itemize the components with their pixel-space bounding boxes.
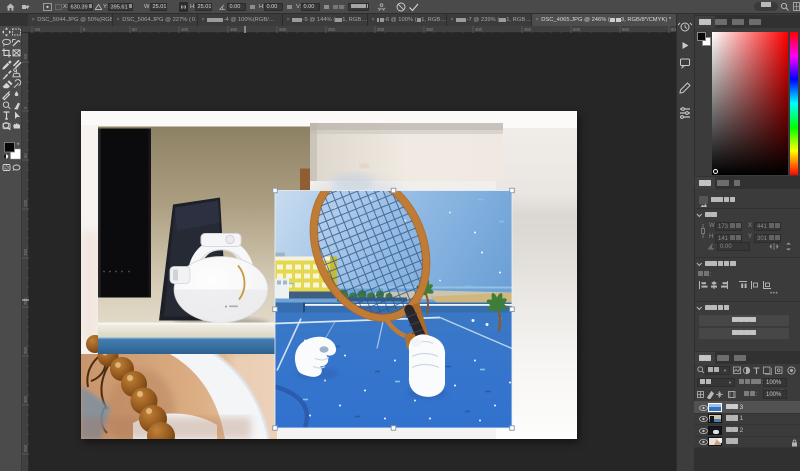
svg-text:0: 0 xyxy=(83,27,86,32)
svg-text:300: 300 xyxy=(23,395,28,403)
svg-text:250: 250 xyxy=(23,346,28,354)
svg-text:50: 50 xyxy=(132,27,137,32)
svg-text:200: 200 xyxy=(23,297,28,305)
svg-text:400: 400 xyxy=(475,27,483,32)
svg-text:0: 0 xyxy=(23,106,28,109)
svg-text:450: 450 xyxy=(524,27,532,32)
svg-text:150: 150 xyxy=(23,248,28,256)
svg-text:50: 50 xyxy=(23,153,28,158)
svg-text:250: 250 xyxy=(328,27,336,32)
svg-text:300: 300 xyxy=(377,27,385,32)
svg-text:350: 350 xyxy=(426,27,434,32)
svg-text:-50: -50 xyxy=(34,27,41,32)
svg-text:500: 500 xyxy=(573,27,581,32)
svg-text:100: 100 xyxy=(181,27,189,32)
svg-text:150: 150 xyxy=(230,27,238,32)
svg-text:200: 200 xyxy=(279,27,287,32)
svg-text:-50: -50 xyxy=(23,53,28,60)
svg-text:550: 550 xyxy=(622,27,630,32)
svg-text:100: 100 xyxy=(23,199,28,207)
svg-text:350: 350 xyxy=(23,444,28,452)
